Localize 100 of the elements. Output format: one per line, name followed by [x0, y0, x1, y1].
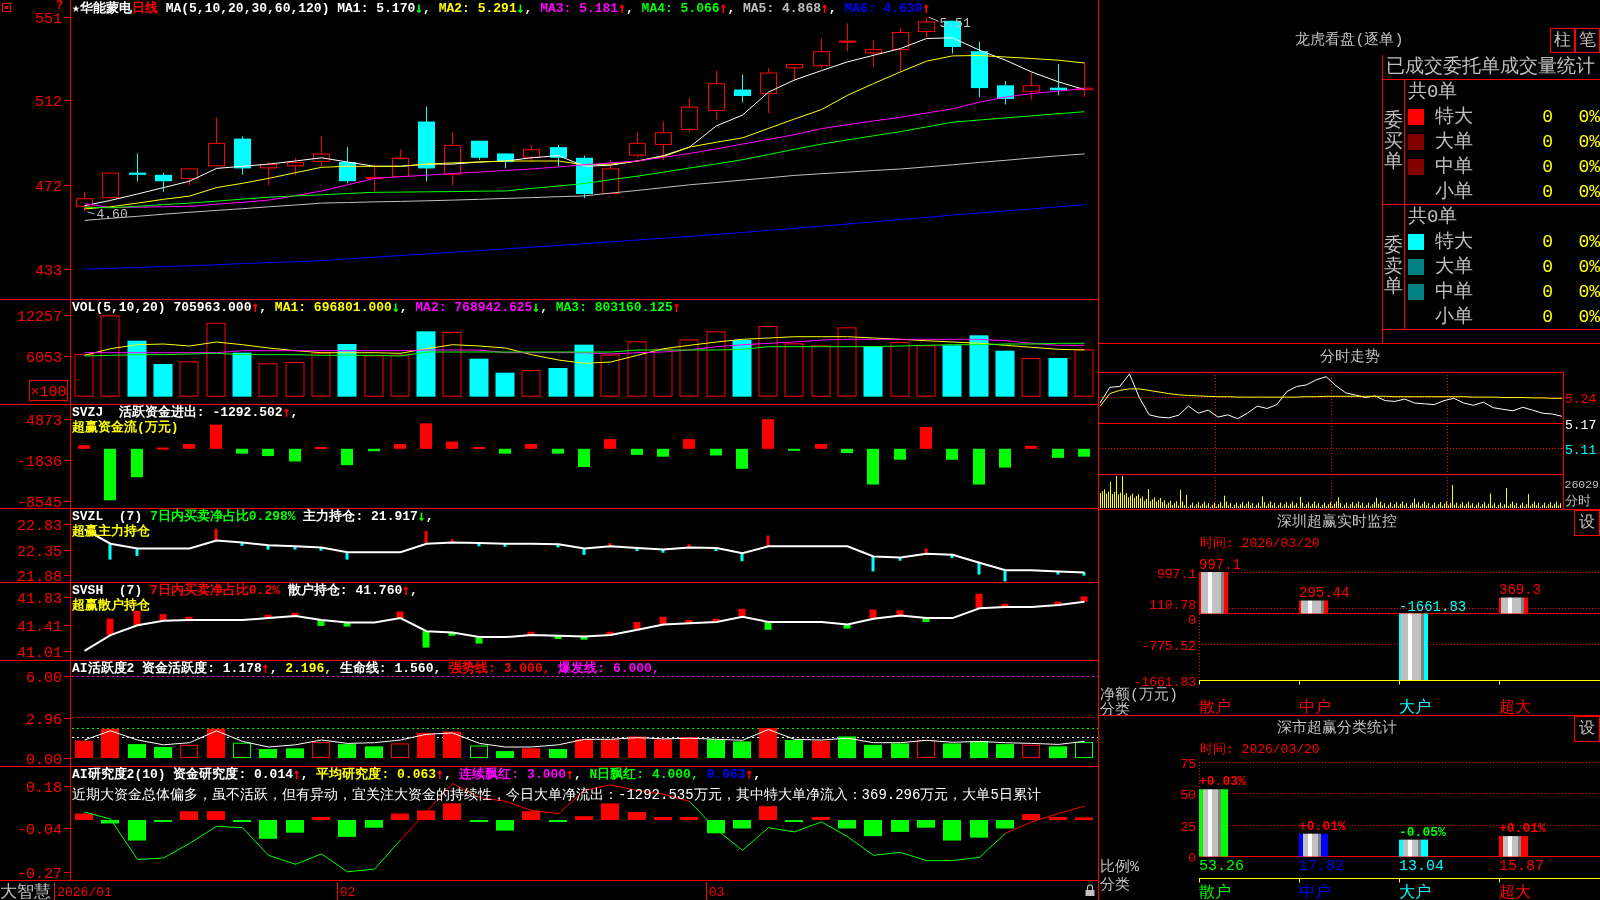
- price-label: 4.60: [96, 207, 128, 222]
- change-mark: [896, 610, 904, 616]
- category-bar: [1399, 613, 1428, 680]
- flow-bar: [446, 441, 458, 449]
- side-label: 委卖单: [1384, 235, 1403, 299]
- activity-bar: [128, 744, 146, 759]
- square-icon: [2, 3, 11, 12]
- activity-bar: [233, 742, 251, 759]
- panel-title: 龙虎看盘(逐单): [1295, 30, 1404, 51]
- price-label: 5.11: [1565, 442, 1597, 458]
- change-mark: [661, 549, 665, 553]
- change-mark: [685, 620, 693, 624]
- legend-text: ,: [300, 767, 310, 782]
- legend-text: ,: [290, 405, 299, 420]
- legend-text: MA3: 803160.125: [555, 300, 673, 315]
- settings-button[interactable]: 设: [1574, 510, 1600, 536]
- settings-button[interactable]: 设: [1574, 716, 1600, 742]
- volume-bar: [469, 358, 489, 397]
- legend-text: MA2: 768942.625: [415, 300, 533, 315]
- legend-text: ↑: [618, 1, 626, 16]
- volume-bar: [916, 345, 936, 397]
- change-mark: [106, 618, 114, 636]
- candle: [629, 131, 646, 159]
- legend-text: ,: [573, 767, 583, 782]
- flow-bar: [78, 445, 90, 449]
- change-mark: [977, 562, 981, 575]
- volume-bar: [600, 354, 620, 397]
- change-mark: [1003, 570, 1007, 582]
- change-mark: [396, 611, 404, 619]
- research-bar: [286, 820, 304, 833]
- percent-value: 0%: [1578, 105, 1600, 128]
- flow-bar: [394, 443, 406, 449]
- volume-bar: [863, 346, 883, 397]
- flow-bar: [841, 448, 853, 454]
- volume-bar: [258, 363, 278, 397]
- change-mark: [740, 553, 744, 562]
- research-bar: [259, 820, 277, 839]
- category-label: 散户: [1199, 699, 1231, 715]
- change-mark: [448, 632, 456, 636]
- change-mark: [712, 618, 720, 622]
- legend-text: ↑: [436, 767, 444, 782]
- flow-bar: [815, 443, 827, 449]
- candle: [892, 27, 909, 73]
- leader-line: [928, 16, 939, 22]
- change-mark: [424, 530, 428, 544]
- volume-bar: [627, 341, 647, 397]
- change-mark: [687, 544, 691, 548]
- change-mark: [475, 637, 483, 644]
- candle: [313, 135, 330, 167]
- research-bar: [891, 820, 909, 832]
- flow-bar: [973, 448, 985, 485]
- axis-label: 0: [1188, 612, 1196, 628]
- category-bar: [1299, 833, 1328, 857]
- count-value: 0: [1542, 255, 1553, 278]
- category-label: 超大: [1499, 699, 1531, 715]
- leader-line: [87, 211, 95, 215]
- candle: [129, 153, 146, 182]
- activity-bar: [785, 740, 803, 759]
- legend-text: MA3: 5.181: [540, 1, 619, 16]
- activity-bar: [1022, 744, 1040, 759]
- change-mark: [293, 546, 297, 550]
- axis-label: -0.04: [17, 821, 62, 839]
- view-button[interactable]: 柱: [1550, 28, 1575, 53]
- legend-text: ↑: [261, 661, 270, 676]
- candle: [918, 16, 935, 38]
- volume-bar: [758, 326, 778, 397]
- view-button[interactable]: 笔: [1575, 28, 1600, 53]
- change-mark: [1001, 603, 1009, 607]
- flow-bar: [683, 439, 695, 449]
- change-mark: [608, 543, 612, 547]
- research-bar: [996, 820, 1014, 829]
- volume-bar: [995, 350, 1015, 397]
- side-label: 委买单: [1384, 110, 1403, 174]
- activity-bar: [1049, 746, 1067, 759]
- legend-text: ↓: [516, 1, 525, 16]
- help-mark[interactable]: ?: [56, 0, 64, 12]
- activity-bar: [838, 736, 856, 759]
- candle: [786, 64, 803, 81]
- flow-bar: [236, 448, 248, 454]
- activity-bar: [759, 728, 777, 759]
- legend-text: MA2: 5.291: [438, 1, 517, 16]
- category-bar: [1399, 839, 1428, 857]
- price-label: 5.17: [1565, 417, 1597, 433]
- count-value: 0: [1542, 280, 1553, 303]
- research-bar: [365, 820, 383, 828]
- flow-bar: [999, 448, 1011, 468]
- category-label: 中户: [1299, 699, 1331, 715]
- change-mark: [240, 542, 244, 546]
- research-bar: [575, 816, 593, 821]
- axis-label: 472: [35, 178, 62, 196]
- change-mark: [317, 620, 325, 626]
- percent-value: 0%: [1578, 180, 1600, 203]
- research-bar: [338, 820, 356, 837]
- candle: [734, 74, 751, 103]
- volume-bar: [74, 354, 94, 397]
- change-mark: [345, 552, 349, 560]
- research-bar: [680, 816, 698, 821]
- research-bar: [443, 803, 461, 821]
- legend-text: SVZJ 活跃资金进出: -1292.502: [72, 405, 283, 420]
- axis-label: 50: [1180, 787, 1196, 803]
